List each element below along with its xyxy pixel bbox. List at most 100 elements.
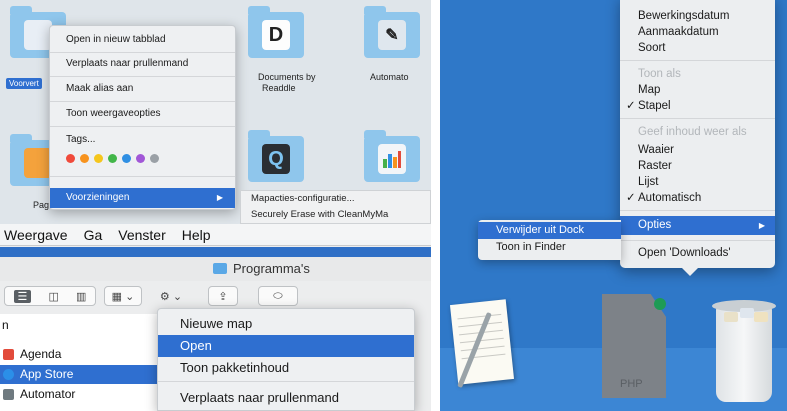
automator-icon <box>3 389 14 400</box>
downloads-stack-icon[interactable]: PHP <box>602 294 666 398</box>
display-as-folder[interactable]: Map <box>620 82 775 98</box>
menu-item-open-downloads[interactable]: Open 'Downloads' <box>620 245 775 261</box>
folder-pages-label: Pag <box>33 200 50 210</box>
dock-stack-menu: Bewerkingsdatum Aanmaakdatum Soort Toon … <box>620 0 775 268</box>
chevron-right-icon: ▶ <box>758 221 765 230</box>
menu-separator <box>50 76 235 77</box>
menu-item-open[interactable]: Open <box>158 335 414 357</box>
sort-by-kind[interactable]: Soort <box>620 40 775 56</box>
tag-blue-dot[interactable] <box>122 154 131 163</box>
folder-documents-label-line2: Readdle <box>262 83 296 93</box>
submenu-item-show-in-finder[interactable]: Toon in Finder <box>478 239 621 256</box>
file-row-automator[interactable]: Automator <box>0 385 160 404</box>
menu-separator <box>158 381 414 382</box>
menu-separator <box>620 210 775 211</box>
menu-separator <box>620 240 775 241</box>
display-as-stack-label: Stapel <box>638 100 671 112</box>
column-view-icon[interactable]: ◫ <box>49 290 59 303</box>
folder-documents-label-line1: Documents by <box>258 72 316 82</box>
selected-folder-label[interactable]: Voorvert <box>6 78 42 89</box>
menu-separator <box>620 118 775 119</box>
group-by-button[interactable]: ▦ ⌄ <box>104 286 142 306</box>
menu-item-move-to-trash[interactable]: Verplaats naar prullenmand <box>158 387 414 409</box>
tag-green-dot[interactable] <box>108 154 117 163</box>
menu-item-new-folder[interactable]: Nieuwe map <box>158 313 414 335</box>
folder-numbers-icon[interactable] <box>364 130 420 182</box>
tag-orange-dot[interactable] <box>80 154 89 163</box>
share-button[interactable]: ⇪ <box>208 286 238 306</box>
options-label: Opties <box>638 219 672 231</box>
tag-button[interactable]: ⬭ <box>258 286 298 306</box>
menubar-view[interactable]: Weergave <box>4 227 68 243</box>
view-mode-segmented[interactable]: ☰ ◫ ▥ <box>4 286 96 306</box>
finder-context-panel: Voorvert D Documents by Readdle ✎ Automa… <box>0 0 431 224</box>
checkmark-icon: ✓ <box>626 100 636 112</box>
php-file-label: PHP <box>620 378 643 390</box>
menu-item-tags[interactable]: Tags... <box>50 130 235 150</box>
quicktime-icon: Q <box>262 144 290 174</box>
tag-yellow-dot[interactable] <box>94 154 103 163</box>
view-as-automatic[interactable]: ✓ Automatisch <box>620 190 775 206</box>
services-submenu: Mapacties-configuratie... Securely Erase… <box>240 190 431 224</box>
folder-automator-label: Automato <box>370 72 409 82</box>
menu-item-move-to-trash[interactable]: Verplaats naar prullenmand <box>50 54 235 74</box>
window-title: Programma's <box>233 261 310 276</box>
folder-automator-icon[interactable]: ✎ <box>364 6 420 58</box>
automator-robot-icon: ✎ <box>378 20 406 50</box>
menu-separator <box>50 176 235 177</box>
folder-quicktime-icon[interactable]: Q <box>248 130 304 182</box>
checkmark-icon: ✓ <box>626 192 636 204</box>
menu-pointer <box>680 266 700 276</box>
tag-red-dot[interactable] <box>66 154 75 163</box>
view-as-grid[interactable]: Raster <box>620 158 775 174</box>
file-list: n Agenda App Store Automator <box>0 314 160 411</box>
menu-separator <box>50 101 235 102</box>
dock-menu-panel: Bewerkingsdatum Aanmaakdatum Soort Toon … <box>440 0 787 411</box>
finder-window-panel: Weergave Ga Venster Help Programma's ☰ ◫… <box>0 224 431 411</box>
menu-item-services[interactable]: Voorzieningen ▶ <box>50 188 235 208</box>
trash-icon[interactable] <box>712 300 776 402</box>
display-as-header: Toon als <box>638 68 681 80</box>
textedit-document-icon[interactable] <box>449 299 515 385</box>
desktop-strip <box>0 247 431 257</box>
download-badge-icon <box>654 298 666 310</box>
file-name: App Store <box>20 367 74 381</box>
view-content-header: Geef inhoud weer als <box>638 126 747 138</box>
coverflow-view-icon[interactable]: ▥ <box>76 290 86 303</box>
view-as-automatic-label: Automatisch <box>638 192 702 204</box>
services-label: Voorzieningen <box>66 192 130 203</box>
submenu-item-remove-from-dock[interactable]: Verwijder uit Dock <box>478 222 621 239</box>
menu-item-options[interactable]: Opties ▶ <box>620 216 775 235</box>
menubar-window[interactable]: Venster <box>118 227 165 243</box>
file-context-menu: Nieuwe map Open Toon pakketinhoud Verpla… <box>157 308 415 411</box>
finder-context-menu: Open in nieuw tabblad Verplaats naar pru… <box>49 25 236 210</box>
view-as-fan[interactable]: Waaier <box>620 142 775 158</box>
list-view-icon[interactable]: ☰ <box>13 289 32 303</box>
menu-separator <box>50 126 235 127</box>
calendar-icon <box>3 349 14 360</box>
file-row-agenda[interactable]: Agenda <box>0 345 160 364</box>
menu-separator <box>50 52 235 53</box>
sort-by-date-modified[interactable]: Bewerkingsdatum <box>620 8 775 24</box>
menu-item-show-package-contents[interactable]: Toon pakketinhoud <box>158 357 414 379</box>
submenu-item-secure-erase[interactable]: Securely Erase with CleanMyMa <box>241 207 430 223</box>
file-name: Agenda <box>20 347 62 361</box>
menu-item-open-new-tab[interactable]: Open in nieuw tabblad <box>50 30 235 50</box>
documents-app-icon: D <box>262 20 290 50</box>
submenu-item-folder-actions[interactable]: Mapacties-configuratie... <box>241 191 430 207</box>
menu-item-make-alias[interactable]: Maak alias aan <box>50 79 235 99</box>
menubar-help[interactable]: Help <box>182 227 211 243</box>
menubar-go[interactable]: Ga <box>84 227 103 243</box>
folder-documents-icon[interactable]: D <box>248 6 304 58</box>
preview-app-icon <box>24 20 52 50</box>
pages-app-icon <box>24 148 52 178</box>
display-as-stack[interactable]: ✓ Stapel <box>620 98 775 114</box>
action-gear-button[interactable]: ⚙ ⌄ <box>152 286 190 306</box>
menu-bar: Weergave Ga Venster Help <box>0 224 431 246</box>
file-row-app-store[interactable]: App Store <box>0 365 160 384</box>
menu-item-show-view-options[interactable]: Toon weergaveopties <box>50 104 235 124</box>
view-as-list[interactable]: Lijst <box>620 174 775 190</box>
tag-purple-dot[interactable] <box>136 154 145 163</box>
sort-by-date-created[interactable]: Aanmaakdatum <box>620 24 775 40</box>
tag-gray-dot[interactable] <box>150 154 159 163</box>
